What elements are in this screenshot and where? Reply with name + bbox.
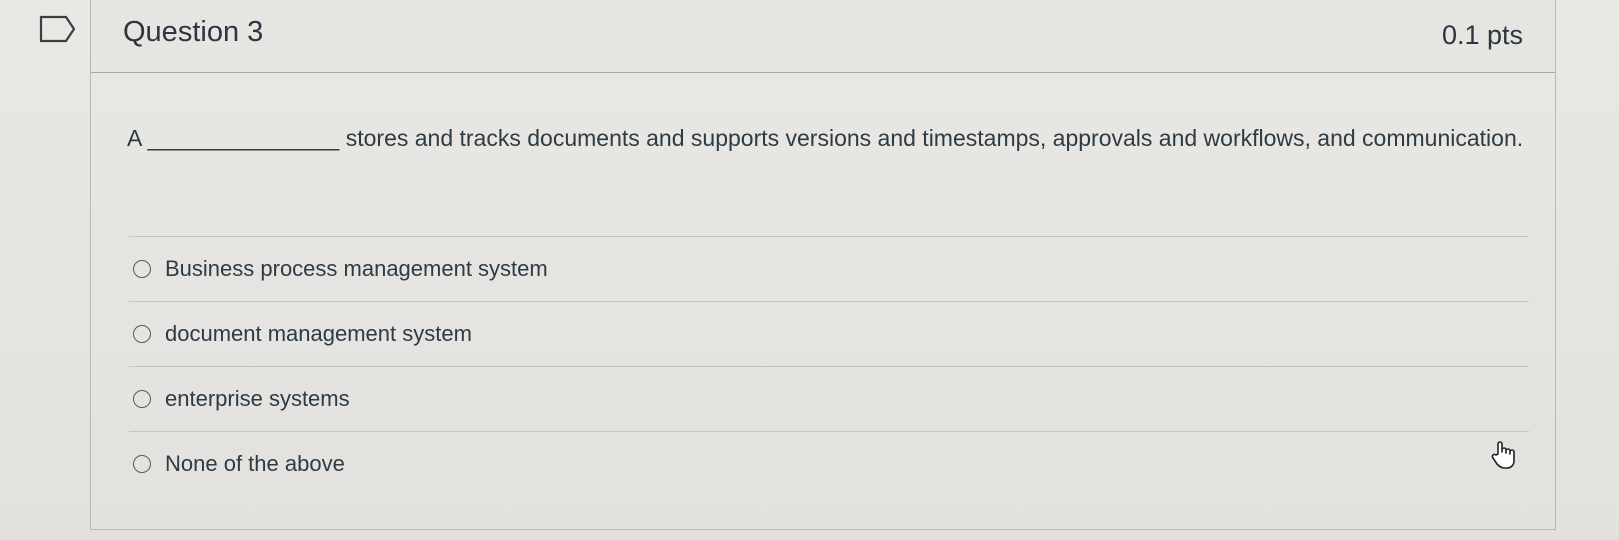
- flag-question-icon[interactable]: [38, 14, 78, 44]
- radio-button[interactable]: [133, 390, 151, 408]
- answer-label: Business process management system: [165, 256, 548, 281]
- answer-label: document management system: [165, 321, 472, 346]
- question-points: 0.1 pts: [1441, 20, 1523, 50]
- radio-button[interactable]: [133, 260, 151, 278]
- answer-option[interactable]: None of the above: [129, 431, 1529, 496]
- answer-option[interactable]: document management system: [129, 301, 1529, 366]
- question-card: Question 3 0.1 pts A _______________ sto…: [90, 0, 1556, 530]
- answer-list: Business process management system docum…: [129, 236, 1529, 496]
- answer-option[interactable]: enterprise systems: [129, 366, 1529, 431]
- radio-button[interactable]: [133, 325, 151, 343]
- quiz-page: Question 3 0.1 pts A _______________ sto…: [0, 0, 1619, 540]
- radio-button[interactable]: [133, 455, 151, 473]
- answer-option[interactable]: Business process management system: [129, 236, 1529, 301]
- question-title: Question 3: [123, 16, 264, 48]
- question-text: A _______________ stores and tracks docu…: [127, 125, 1524, 151]
- answer-label: None of the above: [165, 451, 345, 476]
- hand-pointer-icon: [1490, 440, 1518, 470]
- question-header: Question 3 0.1 pts: [91, 0, 1555, 73]
- answer-label: enterprise systems: [165, 386, 350, 411]
